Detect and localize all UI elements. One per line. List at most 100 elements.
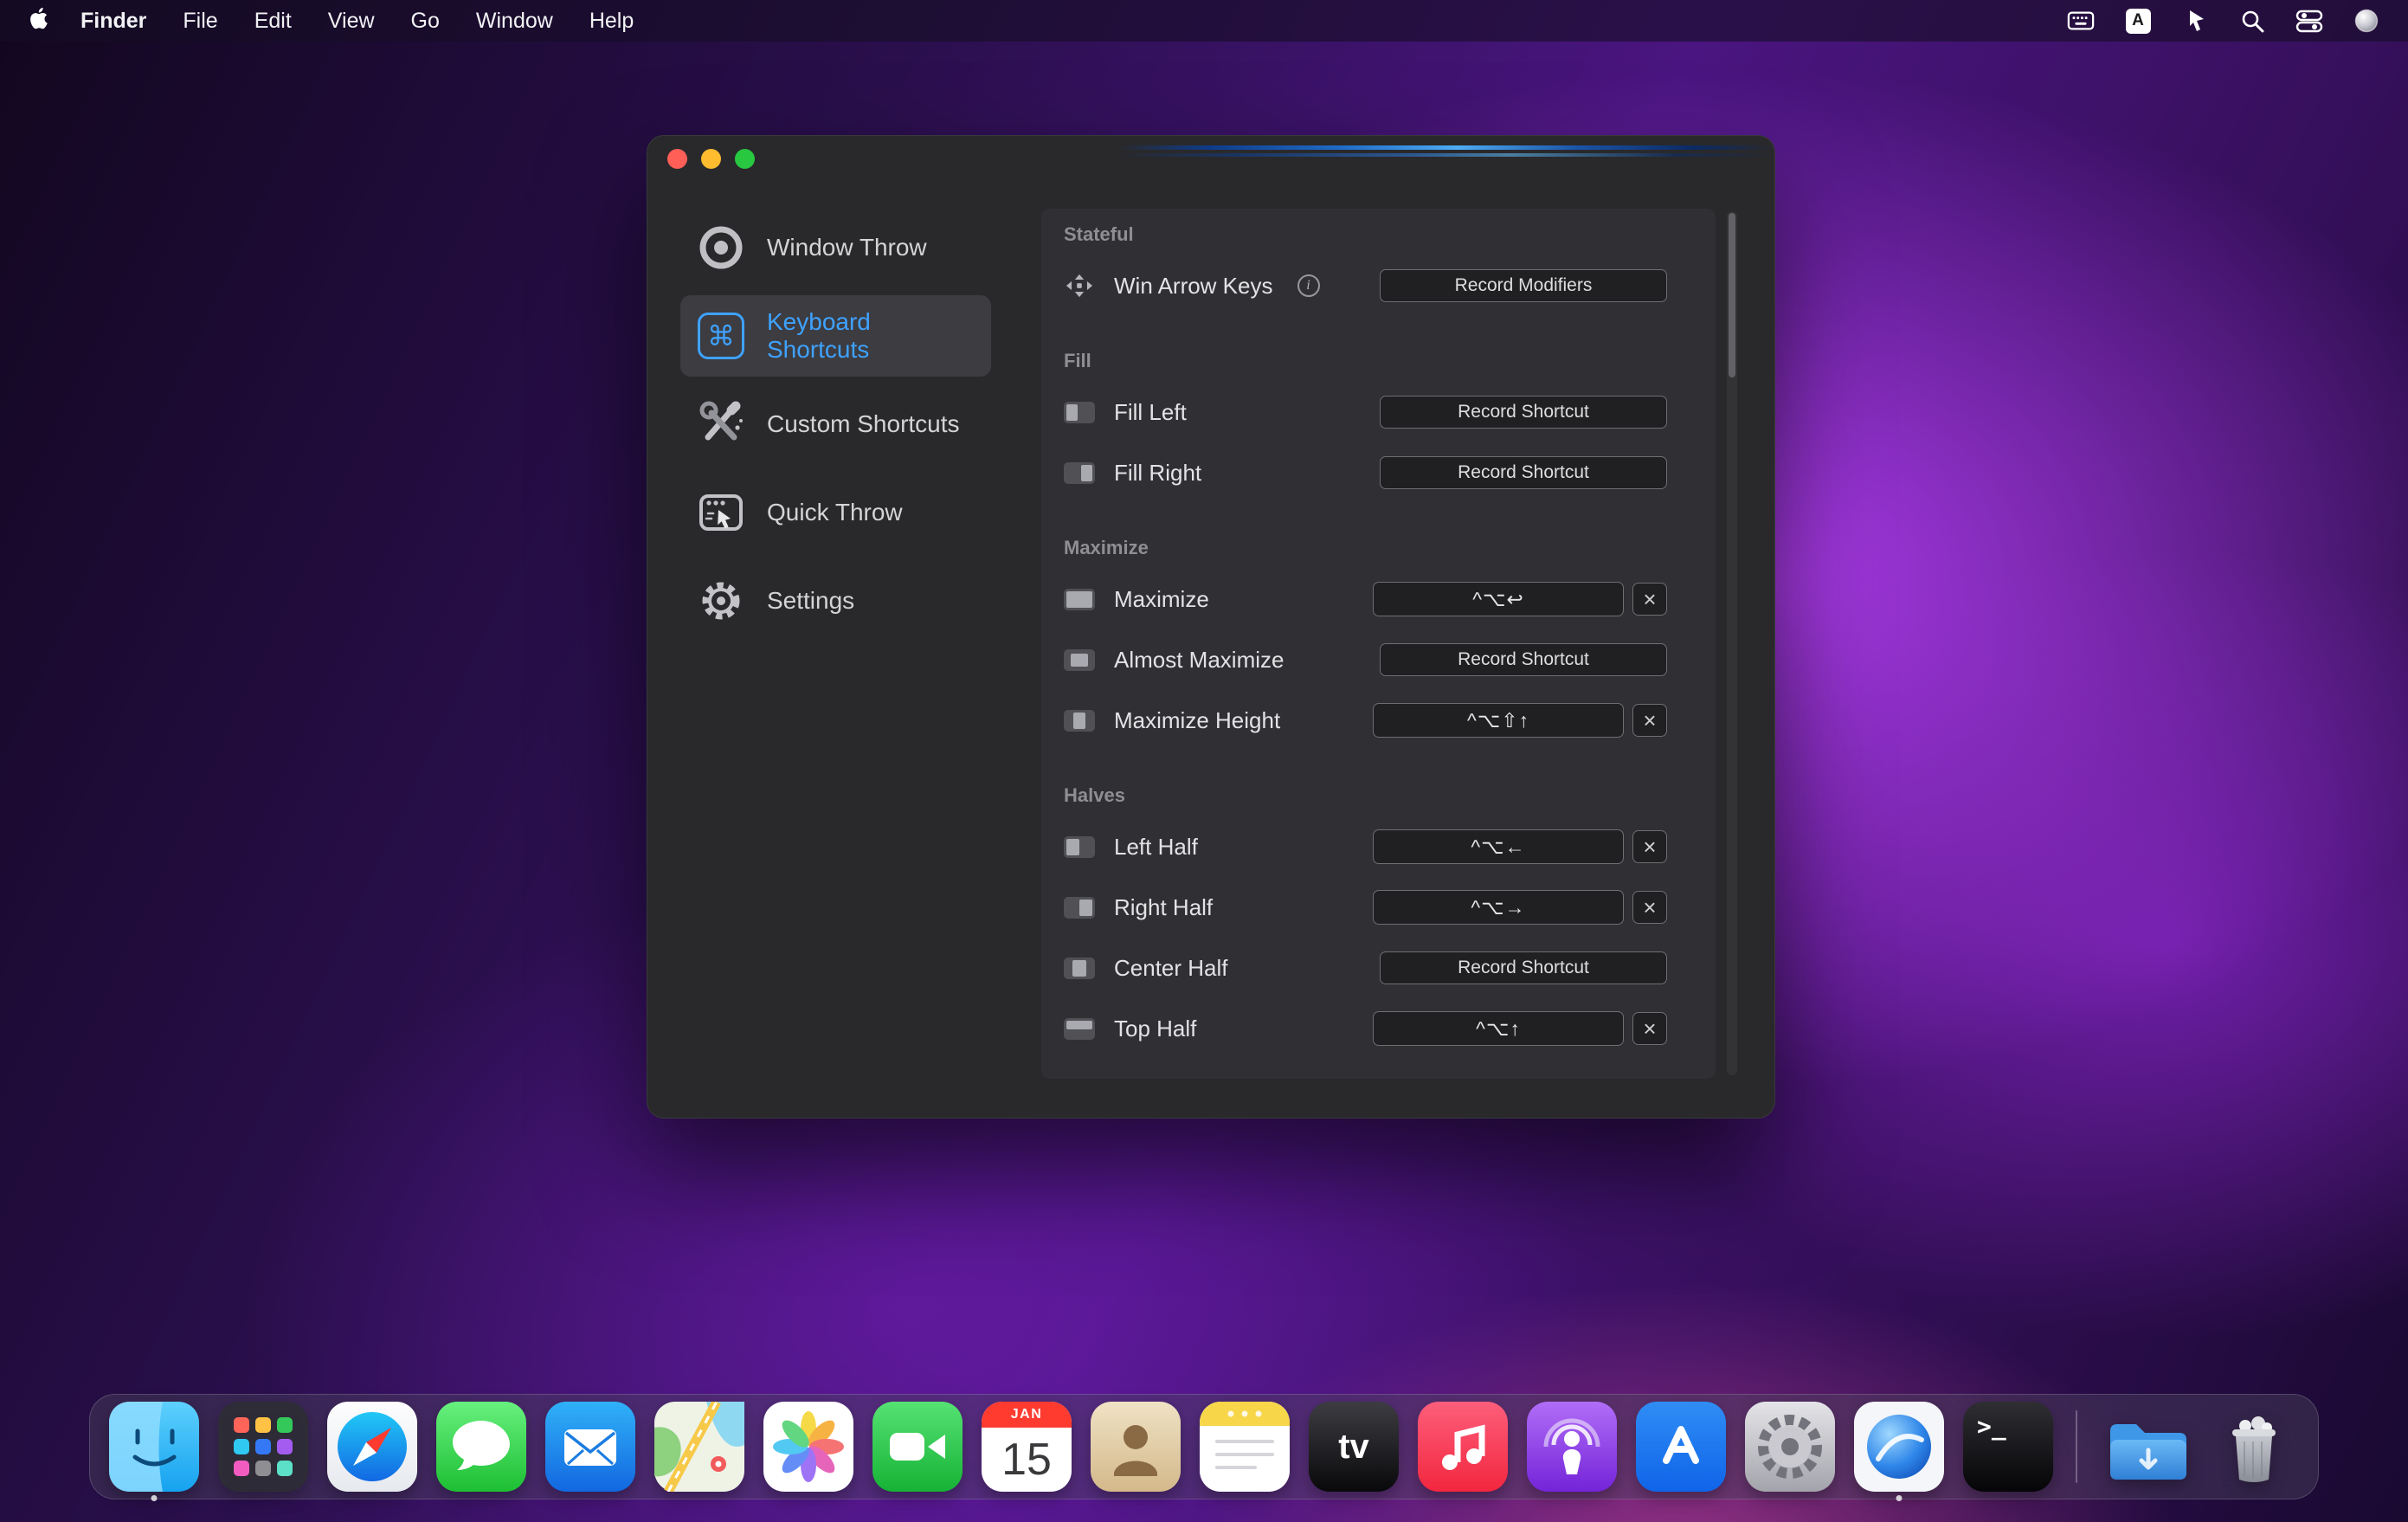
keyboard-icon[interactable]	[2067, 7, 2095, 35]
info-glyph: i	[1306, 278, 1310, 293]
dock-icon-facetime[interactable]	[872, 1402, 963, 1492]
clear-shortcut-button[interactable]: ×	[1632, 704, 1667, 737]
dock-icon-app-store[interactable]	[1636, 1402, 1726, 1492]
dock-icon-maps[interactable]	[654, 1402, 744, 1492]
shortcut-field[interactable]: ^⌥←	[1373, 829, 1624, 864]
shortcut-field[interactable]: ^⌥⇧↑	[1373, 703, 1624, 738]
window-controls	[667, 149, 755, 169]
scrollbar-thumb[interactable]	[1729, 213, 1735, 377]
dock-icon-calendar[interactable]: JAN 15	[982, 1402, 1072, 1492]
row-label: Center Half	[1114, 954, 1228, 981]
siri-icon[interactable]	[2353, 7, 2380, 35]
sidebar-item-quick-throw[interactable]: Quick Throw	[680, 472, 991, 553]
menu-bar: Finder File Edit View Go Window Help A	[0, 0, 2408, 42]
clear-shortcut-button[interactable]: ×	[1632, 891, 1667, 924]
menu-window[interactable]: Window	[458, 9, 571, 34]
record-modifiers-button[interactable]: Record Modifiers	[1380, 269, 1667, 302]
sidebar-item-custom-shortcuts[interactable]: Custom Shortcuts	[680, 384, 991, 465]
fill-left-icon	[1064, 401, 1095, 423]
sidebar-item-label: Settings	[767, 587, 855, 614]
menu-app-name[interactable]: Finder	[62, 9, 164, 34]
left-half-icon	[1064, 835, 1095, 858]
row-label: Top Half	[1114, 1015, 1197, 1042]
record-shortcut-button[interactable]: Record Shortcut	[1380, 396, 1667, 429]
section-stateful: Stateful Win Arrow Keys i Record Modifie…	[1041, 214, 1716, 316]
quick-throw-icon	[694, 486, 748, 539]
record-shortcut-button[interactable]: Record Shortcut	[1380, 951, 1667, 984]
dock-icon-messages[interactable]	[436, 1402, 526, 1492]
apple-logo-icon	[29, 6, 50, 36]
input-source-badge: A	[2125, 8, 2151, 34]
dock-icon-tv[interactable]: tv	[1309, 1402, 1399, 1492]
command-icon: ⌘	[694, 309, 748, 363]
apple-menu[interactable]	[24, 6, 62, 36]
dock-icon-podcasts[interactable]	[1527, 1402, 1617, 1492]
dock-icon-finder[interactable]	[109, 1402, 199, 1501]
dock-icon-window-manager[interactable]	[1854, 1402, 1944, 1501]
terminal-prompt: >_	[1977, 1412, 2006, 1441]
scrollbar[interactable]	[1727, 211, 1737, 1075]
row-win-arrow-keys: Win Arrow Keys i Record Modifiers	[1041, 255, 1716, 316]
zoom-button[interactable]	[735, 149, 755, 169]
row-label: Maximize Height	[1114, 706, 1281, 733]
menu-help[interactable]: Help	[571, 9, 652, 34]
sidebar-item-label: Custom Shortcuts	[767, 410, 960, 437]
dock-icon-system-preferences[interactable]	[1745, 1402, 1835, 1492]
dock-icon-music[interactable]	[1418, 1402, 1508, 1492]
sidebar: Window Throw ⌘ Keyboard Shortcuts Custom…	[647, 135, 1041, 1119]
app-status-cursor-icon[interactable]	[2181, 7, 2209, 35]
menu-bar-status-area: A	[2067, 7, 2408, 35]
almost-maximize-icon	[1064, 648, 1095, 671]
menu-view[interactable]: View	[310, 9, 393, 34]
shortcut-field[interactable]: ^⌥→	[1373, 890, 1624, 925]
shortcut-field[interactable]: ^⌥↑	[1373, 1011, 1624, 1046]
section-title: Maximize	[1064, 537, 1149, 558]
center-half-icon	[1064, 957, 1095, 979]
top-half-icon	[1064, 1017, 1095, 1040]
window-accent-stripe	[1118, 145, 1772, 150]
sidebar-item-settings[interactable]: Settings	[680, 560, 991, 642]
row-label: Fill Left	[1114, 398, 1187, 425]
calendar-month: JAN	[982, 1402, 1072, 1428]
row-top-half: Top Half ^⌥↑ ×	[1041, 998, 1716, 1059]
row-center-half: Center Half Record Shortcut	[1041, 938, 1716, 998]
dock-icon-launchpad[interactable]	[218, 1402, 308, 1492]
running-indicator	[151, 1495, 158, 1501]
section-maximize: Maximize Maximize ^⌥↩ × Almost Maximize …	[1041, 527, 1716, 751]
menu-edit[interactable]: Edit	[236, 9, 310, 34]
sidebar-item-window-throw[interactable]: Window Throw	[680, 207, 991, 288]
close-button[interactable]	[667, 149, 687, 169]
row-label: Fill Right	[1114, 459, 1202, 486]
menu-go[interactable]: Go	[393, 9, 458, 34]
clear-shortcut-button[interactable]: ×	[1632, 830, 1667, 863]
dock-icon-terminal[interactable]: >_	[1963, 1402, 2053, 1492]
dock-icon-contacts[interactable]	[1091, 1402, 1181, 1492]
input-source-icon[interactable]: A	[2124, 7, 2152, 35]
maximize-height-icon	[1064, 709, 1095, 732]
menu-bar-left: Finder File Edit View Go Window Help	[0, 6, 652, 36]
info-icon[interactable]: i	[1297, 274, 1320, 297]
shortcut-field[interactable]: ^⌥↩	[1373, 582, 1624, 616]
dock-icon-photos[interactable]	[763, 1402, 853, 1492]
spotlight-search-icon[interactable]	[2238, 7, 2266, 35]
row-maximize: Maximize ^⌥↩ ×	[1041, 569, 1716, 629]
dock-icon-safari[interactable]	[327, 1402, 417, 1492]
dock-icon-mail[interactable]	[545, 1402, 635, 1492]
desktop: Finder File Edit View Go Window Help A W…	[0, 0, 2408, 1522]
minimize-button[interactable]	[701, 149, 721, 169]
record-shortcut-button[interactable]: Record Shortcut	[1380, 643, 1667, 676]
dock-icon-notes[interactable]	[1200, 1402, 1290, 1492]
section-halves: Halves Left Half ^⌥← × Right Half ^⌥→ ×	[1041, 775, 1716, 1059]
record-shortcut-button[interactable]: Record Shortcut	[1380, 456, 1667, 489]
tv-logo: tv	[1338, 1427, 1369, 1466]
dock-icon-downloads[interactable]	[2100, 1402, 2190, 1492]
sidebar-item-label: Window Throw	[767, 234, 927, 261]
clear-shortcut-button[interactable]: ×	[1632, 1012, 1667, 1045]
clear-shortcut-button[interactable]: ×	[1632, 583, 1667, 616]
section-title: Halves	[1064, 784, 1125, 806]
sidebar-item-keyboard-shortcuts[interactable]: ⌘ Keyboard Shortcuts	[680, 295, 991, 377]
control-center-icon[interactable]	[2295, 7, 2323, 35]
command-glyph: ⌘	[707, 320, 735, 351]
dock-icon-trash[interactable]	[2209, 1402, 2299, 1492]
menu-file[interactable]: File	[164, 9, 235, 34]
